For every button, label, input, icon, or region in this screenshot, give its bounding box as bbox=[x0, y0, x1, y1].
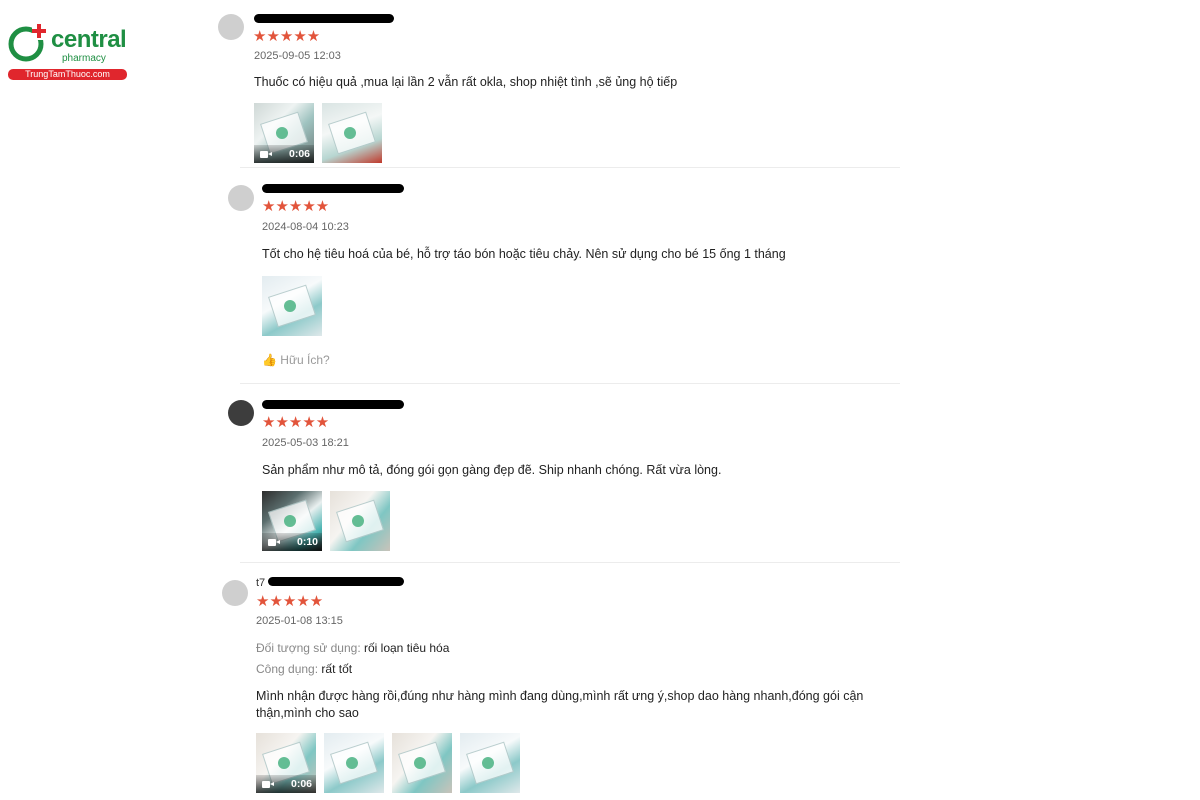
video-duration: 0:06 bbox=[288, 148, 310, 160]
star-rating: ★★★★★ bbox=[253, 28, 321, 45]
review-text: Tốt cho hệ tiêu hoá của bé, hỗ trợ táo b… bbox=[262, 247, 786, 261]
review-video-thumb[interactable]: 0:06 bbox=[256, 733, 316, 793]
review-image-thumb[interactable] bbox=[392, 733, 452, 793]
redacted-username bbox=[262, 400, 404, 409]
video-camera-icon bbox=[268, 539, 280, 546]
reviewer-avatar bbox=[218, 14, 244, 40]
review-video-thumb[interactable]: 0:10 bbox=[262, 491, 322, 551]
review-date: 2025-09-05 12:03 bbox=[254, 50, 341, 62]
star-rating: ★★★★★ bbox=[256, 593, 324, 610]
redacted-username bbox=[268, 577, 404, 586]
redacted-username bbox=[262, 184, 404, 193]
attribute-label: Đối tượng sử dụng: bbox=[256, 641, 361, 655]
video-camera-icon bbox=[262, 781, 274, 788]
review-image-thumb[interactable] bbox=[262, 276, 322, 336]
reviewer-avatar bbox=[228, 185, 254, 211]
video-duration: 0:06 bbox=[290, 778, 312, 790]
review-image-thumb[interactable] bbox=[330, 491, 390, 551]
review-media bbox=[262, 276, 322, 336]
review-text: Sản phẩm như mô tả, đóng gói gọn gàng đẹ… bbox=[262, 463, 722, 477]
brand-tagline: TrungTamThuoc.com bbox=[8, 69, 127, 80]
review-video-thumb[interactable]: 0:06 bbox=[254, 103, 314, 163]
reviewer-avatar bbox=[222, 580, 248, 606]
review-divider bbox=[240, 383, 900, 384]
helpful-label: Hữu Ích? bbox=[280, 353, 330, 367]
video-duration: 0:10 bbox=[296, 536, 318, 548]
review-image-thumb[interactable] bbox=[322, 103, 382, 163]
review-media: 0:06 bbox=[256, 733, 520, 793]
brand-subtitle: pharmacy bbox=[62, 53, 106, 64]
reviewer-username: t7 bbox=[256, 577, 266, 589]
review-date: 2024-08-04 10:23 bbox=[262, 221, 349, 233]
review-image-thumb[interactable] bbox=[460, 733, 520, 793]
star-rating: ★★★★★ bbox=[262, 414, 330, 431]
video-camera-icon bbox=[260, 151, 272, 158]
attribute-value: rất tốt bbox=[321, 662, 353, 676]
review-media: 0:10 bbox=[262, 491, 390, 551]
thumbs-up-icon: 👍 bbox=[262, 353, 277, 367]
review-attribute-target: Đối tượng sử dụng: rối loạn tiêu hóa bbox=[256, 641, 449, 655]
review-text: Mình nhận được hàng rồi,đúng như hàng mì… bbox=[256, 689, 864, 720]
review-media: 0:06 bbox=[254, 103, 382, 163]
review-image-thumb[interactable] bbox=[324, 733, 384, 793]
central-pharmacy-logo-icon bbox=[8, 24, 46, 62]
redacted-username bbox=[254, 14, 394, 23]
review-divider bbox=[240, 167, 900, 168]
star-rating: ★★★★★ bbox=[262, 198, 330, 215]
review-date: 2025-01-08 13:15 bbox=[256, 615, 343, 627]
brand-logo[interactable]: central pharmacy TrungTamThuoc.com bbox=[6, 22, 130, 84]
brand-name: central bbox=[51, 26, 127, 53]
reviewer-avatar bbox=[228, 400, 254, 426]
review-date: 2025-05-03 18:21 bbox=[262, 437, 349, 449]
review-divider bbox=[240, 562, 900, 563]
helpful-button[interactable]: 👍 Hữu Ích? bbox=[262, 353, 330, 367]
attribute-value: rối loạn tiêu hóa bbox=[364, 641, 450, 655]
review-text: Thuốc có hiệu quả ,mua lại lần 2 vẫn rất… bbox=[254, 75, 678, 89]
review-attribute-effect: Công dụng: rất tốt bbox=[256, 662, 352, 676]
attribute-label: Công dụng: bbox=[256, 662, 319, 676]
